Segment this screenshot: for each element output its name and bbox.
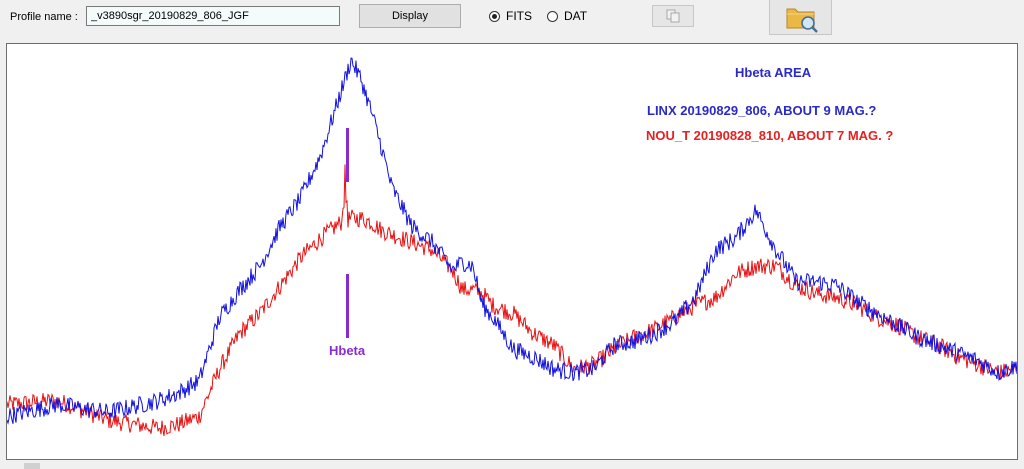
legend-blue: LINX 20190829_806, ABOUT 9 MAG.?: [647, 103, 877, 118]
copy-icon: [666, 9, 680, 23]
legend-red: NOU_T 20190828_810, ABOUT 7 MAG. ?: [646, 128, 894, 143]
series-line-red: [7, 164, 1017, 437]
display-button[interactable]: Display: [359, 4, 461, 28]
radio-dat[interactable]: DAT: [547, 9, 587, 23]
radio-dat-circle[interactable]: [547, 10, 558, 22]
profile-name-input[interactable]: [86, 6, 340, 26]
radio-fits[interactable]: FITS: [489, 9, 532, 23]
hbeta-marker-lower: [346, 274, 349, 338]
status-bar: [0, 461, 1024, 469]
spectrum-plot: Hbeta AREA LINX 20190829_806, ABOUT 9 MA…: [6, 43, 1018, 460]
radio-fits-label: FITS: [506, 9, 532, 23]
hbeta-marker-label: Hbeta: [329, 343, 366, 358]
chart-title: Hbeta AREA: [735, 65, 812, 80]
folder-search-icon: [786, 8, 818, 33]
profile-name-label: Profile name :: [10, 11, 78, 23]
toolbar: Profile name : Display FITS DAT: [0, 0, 1024, 44]
open-folder-button[interactable]: [769, 0, 832, 35]
hbeta-marker-upper: [346, 128, 349, 182]
copy-button[interactable]: [652, 5, 694, 27]
radio-fits-circle[interactable]: [489, 10, 500, 22]
scroll-grip[interactable]: [24, 463, 40, 469]
radio-dat-label: DAT: [564, 9, 588, 23]
